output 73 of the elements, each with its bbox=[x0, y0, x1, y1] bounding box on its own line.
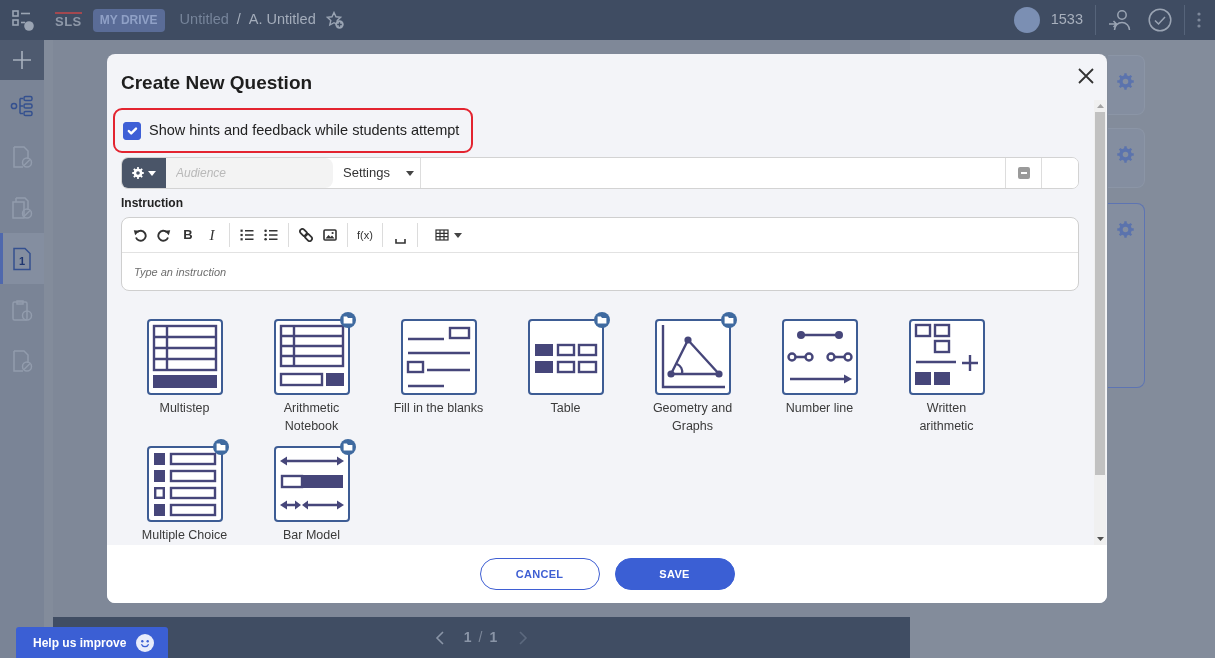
user-arrow-icon[interactable] bbox=[1108, 8, 1132, 32]
scrollbar-thumb[interactable] bbox=[1095, 112, 1105, 475]
page-icon: 1 bbox=[10, 246, 34, 271]
clipboard-icon bbox=[10, 297, 34, 322]
image-icon bbox=[323, 228, 337, 242]
points-count: 1533 bbox=[1050, 10, 1083, 30]
checkbox[interactable] bbox=[123, 121, 141, 140]
redo-icon bbox=[157, 228, 171, 242]
side-panel[interactable] bbox=[1108, 55, 1145, 115]
breadcrumb-link[interactable]: A. Untitled bbox=[248, 9, 316, 31]
side-panel[interactable] bbox=[1108, 128, 1145, 188]
numbered-list-icon bbox=[240, 228, 254, 242]
close-button[interactable] bbox=[1077, 67, 1095, 85]
table-rows-icon bbox=[146, 319, 223, 395]
checklist-icon[interactable] bbox=[12, 9, 34, 31]
document-stack-icon bbox=[10, 195, 34, 220]
document-block-icon bbox=[10, 144, 34, 169]
triangle-graph-icon bbox=[654, 319, 731, 395]
scroll-down-icon[interactable] bbox=[1096, 537, 1104, 541]
help-button[interactable]: Help us improve bbox=[16, 627, 168, 658]
dialog-title: Create New Question bbox=[121, 72, 313, 94]
side-panel[interactable] bbox=[1108, 203, 1145, 388]
chevron-left-icon[interactable] bbox=[434, 630, 444, 645]
scrollbar[interactable] bbox=[1094, 100, 1106, 545]
question-type-option[interactable]: Multiple Choice bbox=[134, 438, 235, 544]
link-icon bbox=[299, 228, 313, 242]
check-circle-icon[interactable] bbox=[1148, 8, 1172, 32]
smiley-icon bbox=[136, 633, 155, 652]
grid-cells-icon bbox=[527, 319, 604, 395]
cancel-button[interactable]: CANCEL bbox=[479, 558, 600, 590]
star-plus-icon[interactable] bbox=[325, 11, 344, 29]
question-type-option[interactable]: Multistep bbox=[134, 311, 235, 435]
document-block-icon bbox=[10, 348, 34, 373]
question-type-option[interactable]: Written arithmetic bbox=[896, 311, 997, 435]
question-type-option[interactable]: Arithmetic Notebook bbox=[261, 311, 362, 435]
page-number: 1 bbox=[463, 628, 472, 647]
add-button[interactable] bbox=[0, 40, 44, 80]
avatar[interactable] bbox=[1013, 7, 1040, 33]
question-type-option[interactable]: Geometry and Graphs bbox=[642, 311, 743, 435]
hierarchy-icon bbox=[10, 93, 34, 118]
page-total: 1 bbox=[489, 628, 498, 647]
instruction-field[interactable]: Type an instruction bbox=[122, 253, 1078, 290]
bar-model-icon bbox=[273, 446, 350, 522]
formula-button[interactable]: f(x) bbox=[353, 223, 377, 247]
instruction-editor[interactable]: B I f(x) Type an instruction bbox=[121, 217, 1079, 291]
blank-space-icon bbox=[394, 239, 406, 244]
scroll-up-icon[interactable] bbox=[1096, 104, 1104, 108]
caret-icon bbox=[454, 232, 462, 238]
settings-icon[interactable] bbox=[1117, 146, 1134, 164]
settings-icon[interactable] bbox=[1117, 73, 1134, 91]
bold-button[interactable]: B bbox=[176, 223, 200, 247]
table-form-icon bbox=[273, 319, 350, 395]
page-separator: / bbox=[478, 628, 483, 647]
save-button[interactable]: SAVE bbox=[614, 558, 735, 590]
bullet-list-icon bbox=[264, 228, 278, 242]
question-type-option[interactable]: Bar Model bbox=[261, 438, 362, 544]
breadcrumb-separator: / bbox=[236, 10, 241, 30]
checkbox-label: Show hints and feedback while students attempt bbox=[149, 120, 460, 140]
undo-icon bbox=[133, 228, 147, 242]
table-icon bbox=[435, 228, 449, 242]
choice-list-icon bbox=[146, 446, 223, 522]
italic-button[interactable]: I bbox=[200, 223, 224, 247]
logo: SLS bbox=[55, 12, 82, 28]
close-icon bbox=[1077, 67, 1095, 85]
question-type-option[interactable]: Fill in the blanks bbox=[388, 311, 489, 435]
more-icon[interactable] bbox=[1197, 12, 1201, 28]
instruction-label: Instruction bbox=[121, 196, 184, 210]
question-type-option[interactable]: Number line bbox=[769, 311, 870, 435]
question-type-option[interactable]: Table bbox=[515, 311, 616, 435]
plus-icon bbox=[13, 51, 31, 69]
text-blanks-icon bbox=[400, 319, 477, 395]
addition-layout-icon bbox=[908, 319, 985, 395]
settings-icon[interactable] bbox=[1117, 221, 1134, 239]
